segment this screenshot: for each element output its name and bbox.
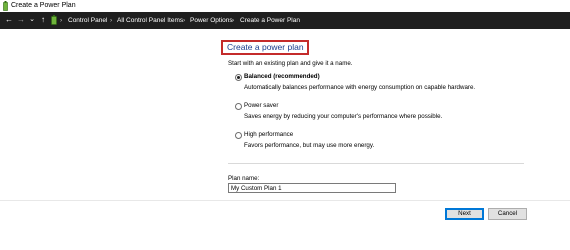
window-titlebar: Create a Power Plan	[0, 0, 570, 12]
next-button[interactable]: Next	[445, 208, 484, 220]
breadcrumb-create-plan[interactable]: Create a Power Plan	[240, 14, 300, 27]
plan-name-input[interactable]	[228, 183, 396, 193]
recent-locations-chevron-icon[interactable]: ⌄	[27, 14, 37, 26]
option-balanced-label[interactable]: Balanced (recommended)	[244, 73, 320, 81]
cancel-button[interactable]: Cancel	[488, 208, 527, 220]
footer-divider	[0, 200, 570, 201]
intro-text: Start with an existing plan and give it …	[228, 60, 353, 67]
battery-location-icon	[51, 15, 57, 25]
option-power-saver-label[interactable]: Power saver	[244, 102, 278, 110]
radio-balanced[interactable]	[235, 74, 242, 81]
battery-app-icon	[3, 1, 8, 11]
breadcrumb-separator: ›	[232, 17, 235, 24]
back-arrow-icon[interactable]: ←	[4, 14, 14, 26]
page-title: Create a power plan	[227, 42, 304, 52]
option-high-performance-desc: Favors performance, but may use more ene…	[244, 142, 375, 149]
forward-arrow-icon[interactable]: →	[16, 14, 26, 26]
radio-power-saver[interactable]	[235, 103, 242, 110]
address-bar: ← → ⌄ ↑ › Control Panel › All Control Pa…	[0, 12, 570, 29]
section-divider	[228, 163, 524, 164]
window-title: Create a Power Plan	[11, 2, 76, 9]
breadcrumb-separator: ›	[110, 17, 113, 24]
breadcrumb-separator: ›	[60, 17, 63, 24]
breadcrumb-power-options[interactable]: Power Options	[190, 14, 233, 27]
option-balanced-desc: Automatically balances performance with …	[244, 84, 476, 91]
option-power-saver-desc: Saves energy by reducing your computer's…	[244, 113, 443, 120]
radio-high-performance[interactable]	[235, 132, 242, 139]
up-arrow-icon[interactable]: ↑	[38, 14, 48, 26]
breadcrumb-control-panel[interactable]: Control Panel	[68, 14, 107, 27]
plan-name-label: Plan name:	[228, 175, 260, 182]
option-high-performance-label[interactable]: High performance	[244, 131, 293, 139]
breadcrumb-separator: ›	[183, 17, 186, 24]
breadcrumb-all-items[interactable]: All Control Panel Items	[117, 14, 183, 27]
